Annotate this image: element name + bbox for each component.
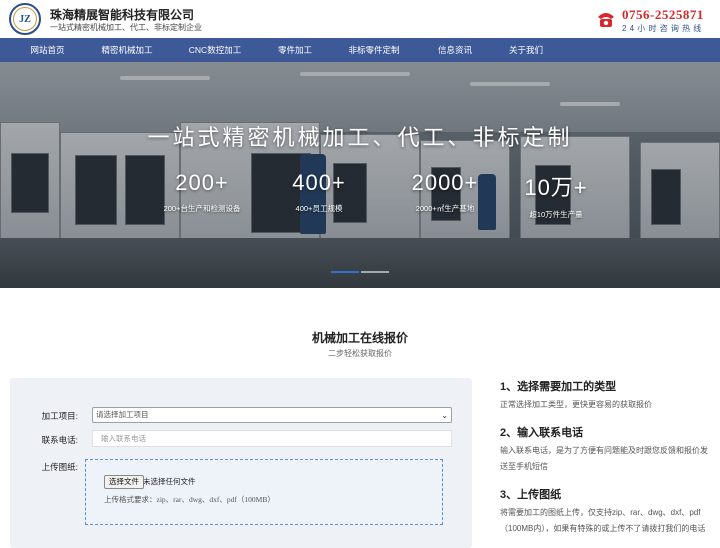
- stat-staff: 400+ 400+员工规模: [259, 170, 379, 214]
- carousel-dot-2[interactable]: [361, 271, 389, 273]
- chevron-down-icon: ⌄: [441, 411, 448, 420]
- upload-label: 上传图纸:: [41, 462, 78, 472]
- step-3: 3、上传图纸 将需要加工的图纸上传，仅支持zip、rar、dwg、dxf、pdf…: [500, 486, 715, 537]
- site-header: JZ 珠海精展智能科技有限公司 一站式精密机械加工、代工、非标定制企业 0756…: [0, 0, 720, 38]
- hero-banner: 质 一站式精密机械加工、代工、非标定制 200+ 200+台生产和检测设备 40…: [0, 62, 720, 288]
- company-logo[interactable]: JZ: [9, 3, 41, 35]
- nav-item-parts[interactable]: 零件加工: [263, 38, 327, 62]
- quote-section-title: 机械加工在线报价: [311, 331, 408, 345]
- stat-output: 10万+ 超10万件生产量: [496, 170, 616, 220]
- step-title: 2、输入联系电话: [500, 427, 584, 439]
- select-placeholder: 请选择加工项目: [96, 410, 149, 419]
- machining-type-select[interactable]: 请选择加工项目 ⌄: [92, 407, 452, 423]
- stat-label: 400+员工规模: [295, 204, 343, 213]
- nav-item-news[interactable]: 信息资讯: [423, 38, 487, 62]
- quote-steps: 1、选择需要加工的类型 正常选择加工类型，更快更容易的获取报价 2、输入联系电话…: [500, 378, 715, 537]
- company-name: 珠海精展智能科技有限公司: [50, 8, 195, 22]
- carousel-indicators: [331, 271, 389, 273]
- company-tagline: 一站式精密机械加工、代工、非标定制企业: [50, 23, 202, 32]
- stat-value: 400+: [292, 170, 346, 195]
- choose-file-button[interactable]: 选择文件: [104, 475, 144, 489]
- banner-headline: 一站式精密机械加工、代工、非标定制: [147, 125, 573, 150]
- phone-label: 联系电话:: [41, 435, 78, 445]
- upload-format-hint: 上传格式要求：zip、rar、dwg、dxf、pdf（100MB）: [104, 495, 275, 504]
- stat-label: 超10万件生产量: [529, 210, 583, 219]
- step-description: 将需要加工的图纸上传，仅支持zip、rar、dwg、dxf、pdf（100MB内…: [500, 508, 706, 533]
- nav-item-custom-parts[interactable]: 非标零件定制: [336, 38, 412, 62]
- nav-item-precision-machining[interactable]: 精密机械加工: [88, 38, 166, 62]
- step-description: 输入联系电话，是为了方便有问题能及时跟您反馈和报价发送至手机短信: [500, 446, 708, 471]
- step-title: 3、上传图纸: [500, 489, 562, 501]
- carousel-dot-1[interactable]: [331, 271, 359, 273]
- main-nav: 网站首页 精密机械加工 CNC数控加工 零件加工 非标零件定制 信息资讯 关于我…: [0, 38, 720, 62]
- nav-item-about[interactable]: 关于我们: [494, 38, 558, 62]
- nav-item-home[interactable]: 网站首页: [0, 38, 95, 62]
- phone-input[interactable]: 输入联系电话: [92, 430, 452, 447]
- stat-value: 200+: [175, 170, 229, 195]
- stat-value: 10万+: [524, 175, 588, 200]
- type-label: 加工项目:: [41, 411, 78, 421]
- quote-section-subtitle: 二步轻松获取报价: [328, 349, 392, 358]
- stat-equipment: 200+ 200+台生产和检测设备: [142, 170, 262, 214]
- step-2: 2、输入联系电话 输入联系电话，是为了方便有问题能及时跟您反馈和报价发送至手机短…: [500, 424, 715, 475]
- quote-form: 加工项目: 请选择加工项目 ⌄ 联系电话: 输入联系电话 上传图纸: 选择文件 …: [10, 378, 472, 548]
- logo-mark: JZ: [13, 7, 37, 31]
- phone-icon: [598, 13, 614, 27]
- file-status: 未选择任何文件: [143, 477, 196, 486]
- stat-base: 2000+ 2000+㎡生产基地: [385, 170, 505, 214]
- step-title: 1、选择需要加工的类型: [500, 381, 617, 393]
- hotline-number[interactable]: 0756-2525871: [622, 7, 704, 23]
- nav-item-cnc[interactable]: CNC数控加工: [175, 38, 255, 62]
- stat-label: 200+台生产和检测设备: [163, 204, 241, 213]
- drawing-upload-area[interactable]: 选择文件 未选择任何文件 上传格式要求：zip、rar、dwg、dxf、pdf（…: [85, 459, 443, 525]
- step-1: 1、选择需要加工的类型 正常选择加工类型，更快更容易的获取报价: [500, 378, 715, 413]
- stat-value: 2000+: [411, 170, 479, 195]
- stat-label: 2000+㎡生产基地: [415, 204, 475, 213]
- step-description: 正常选择加工类型，更快更容易的获取报价: [500, 400, 652, 409]
- hotline-label: 24小时咨询热线: [622, 24, 705, 33]
